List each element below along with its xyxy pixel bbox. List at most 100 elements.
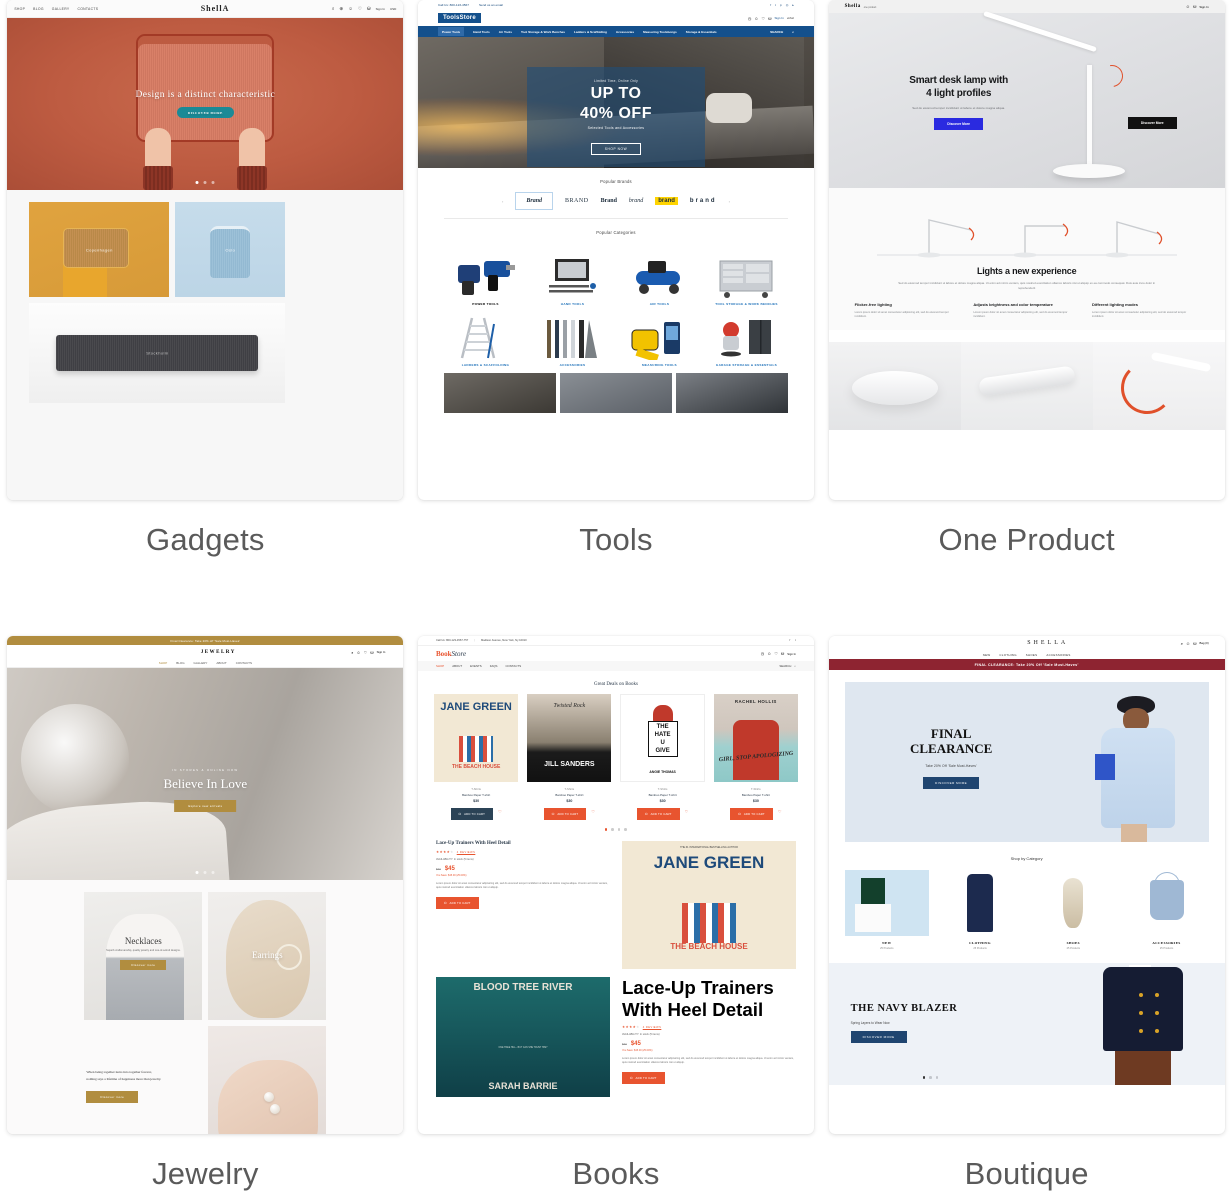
jewelry-header-icons[interactable]: ⌕ ☺ ♡ ⛁ Sign In bbox=[351, 650, 385, 655]
one-product-signin[interactable]: Sign In bbox=[1199, 5, 1208, 9]
category-card[interactable]: TOOL STORAGE & WORK BENCHES bbox=[705, 251, 788, 307]
tools-lang[interactable]: eMail bbox=[787, 16, 794, 20]
slider-dot[interactable] bbox=[195, 871, 199, 874]
slider-dot[interactable] bbox=[624, 828, 627, 831]
category-card[interactable]: ACCESSORIES bbox=[531, 312, 614, 368]
wishlist-icon[interactable]: ♡ bbox=[591, 809, 595, 814]
books-header-icons[interactable]: ◷ ☺ ♡ ⛁ Sign In bbox=[761, 651, 796, 656]
theme-preview-one-product[interactable]: Shella one product ☺ ⛁ Sign In Smart des… bbox=[828, 0, 1225, 500]
user-icon[interactable]: ☺ bbox=[1186, 641, 1190, 646]
tools-email[interactable]: Send us an email bbox=[479, 3, 503, 7]
twitter-icon[interactable]: t bbox=[775, 3, 776, 7]
slider-dot[interactable] bbox=[611, 828, 614, 831]
tools-social[interactable]: f t p ◎ ▸ bbox=[770, 3, 794, 7]
add-to-cart-button[interactable]: ⛁ ADD TO CART bbox=[621, 1071, 665, 1084]
books-nav-item[interactable]: SHOP bbox=[436, 664, 444, 668]
bag-icon[interactable]: ⛁ bbox=[1193, 641, 1196, 646]
tools-nav-item[interactable]: Storage & Essentials bbox=[686, 30, 717, 34]
slider-dot[interactable] bbox=[935, 1076, 939, 1079]
jewelry-quote-button[interactable]: Discover more bbox=[86, 1090, 139, 1103]
slider-dot[interactable] bbox=[203, 181, 207, 184]
boutique-nav-item[interactable]: NEW bbox=[983, 653, 991, 657]
user-icon[interactable]: ☺ bbox=[754, 16, 758, 21]
theme-preview-gadgets[interactable]: SHOP BLOG GALLERY CONTACTS ShellA ⌕ ⊕ ☺ … bbox=[7, 0, 404, 500]
one-product-hero-button[interactable]: Discover More bbox=[934, 118, 984, 130]
books-nav-item[interactable]: CONTACTS bbox=[505, 664, 521, 668]
tools-search[interactable]: SEARCH bbox=[770, 30, 783, 34]
add-to-cart-button[interactable]: ⛁ ADD TO CART bbox=[637, 808, 680, 820]
gallery-cell-tools[interactable]: Call Us: 800-123-4567 Send us an email f… bbox=[411, 0, 822, 558]
jewelry-category-earrings[interactable]: Earrings bbox=[208, 892, 327, 1020]
jewelry-hero-button[interactable]: Explore new arrivals bbox=[174, 800, 237, 812]
gadgets-nav-item[interactable]: GALLERY bbox=[52, 7, 70, 11]
clock-icon[interactable]: ◷ bbox=[748, 16, 752, 21]
wishlist-icon[interactable]: ♡ bbox=[498, 809, 502, 814]
slider-dot[interactable] bbox=[211, 871, 215, 874]
gadgets-signin[interactable]: Sign In bbox=[376, 7, 385, 11]
heart-icon[interactable]: ♡ bbox=[364, 650, 368, 655]
twitter-icon[interactable]: t bbox=[795, 639, 796, 642]
jewelry-nav-item[interactable]: SHOP bbox=[159, 661, 168, 665]
add-to-cart-button[interactable]: ⛁ ADD TO CART bbox=[450, 808, 494, 820]
tools-navbar[interactable]: Power Tools Hand Tools Air Tools Tool St… bbox=[417, 26, 814, 37]
one-product-header-icons[interactable]: ☺ ⛁ Sign In bbox=[1186, 4, 1209, 9]
tools-header-icons[interactable]: ◷ ☺ ♡ ⛁ Sign In eMail bbox=[748, 16, 794, 21]
globe-icon[interactable]: ⊕ bbox=[339, 6, 343, 12]
boutique-nav[interactable]: NEW CLOTHING SHOES ACCESSORIES bbox=[828, 650, 1225, 659]
jewelry-category-necklaces[interactable]: Necklaces Superb craftsmanship, quality … bbox=[84, 892, 203, 1020]
heart-icon[interactable]: ♡ bbox=[762, 16, 766, 21]
chevron-right-icon[interactable]: › bbox=[729, 199, 730, 204]
books-signin[interactable]: Sign In bbox=[787, 652, 796, 656]
brand-item[interactable]: Brand bbox=[601, 198, 617, 204]
book-name[interactable]: Bamboo Paper T-shirt bbox=[714, 793, 798, 797]
books-nav-item[interactable]: ABOUT bbox=[452, 664, 462, 668]
theme-preview-jewelry[interactable]: Final Clearance: Take 20% off 'Sale Must… bbox=[7, 636, 404, 1134]
category-card[interactable]: GARAGE STORAGE & ESSENTIALS bbox=[705, 312, 788, 368]
theme-preview-tools[interactable]: Call Us: 800-123-4567 Send us an email f… bbox=[417, 0, 814, 500]
category-card[interactable]: LADDERS & SCAFFOLDING bbox=[444, 312, 527, 368]
books-social[interactable]: f t bbox=[789, 639, 796, 642]
category-card[interactable]: AIR TOOLS bbox=[618, 251, 701, 307]
book-card[interactable]: THE HATE U GIVE ANGIE THOMAS T-Shirts Bambo… bbox=[620, 694, 705, 820]
add-to-cart-button[interactable]: ⛁ ADD TO CART bbox=[730, 808, 773, 820]
theme-preview-books[interactable]: Call Us: 800-123-4567-757 | Madison Aven… bbox=[417, 636, 814, 1134]
boutique-slider-dots[interactable] bbox=[922, 1076, 939, 1079]
books-phone[interactable]: Call Us: 800-123-4567-757 bbox=[436, 639, 468, 642]
brand-item[interactable]: brand bbox=[655, 197, 678, 205]
add-to-cart-button[interactable]: ⛁ ADD TO CART bbox=[435, 896, 479, 909]
search-icon[interactable]: ⌕ bbox=[1181, 641, 1183, 646]
tools-nav-item[interactable]: Tool Storage & Work Benches bbox=[521, 30, 565, 34]
book-name[interactable]: Bamboo Paper T-shirt bbox=[620, 793, 704, 797]
gallery-cell-one-product[interactable]: Shella one product ☺ ⛁ Sign In Smart des… bbox=[821, 0, 1232, 558]
necklaces-button[interactable]: Discover more bbox=[120, 959, 167, 970]
tools-nav-item[interactable]: Accessories bbox=[616, 30, 634, 34]
gadgets-nav-item[interactable]: BLOG bbox=[33, 7, 44, 11]
bag-icon[interactable]: ⛁ bbox=[781, 651, 784, 656]
wishlist-icon[interactable]: ♡ bbox=[778, 809, 782, 814]
slider-dot[interactable] bbox=[929, 1076, 932, 1079]
product-tile-copenhagen[interactable]: Copenhagen bbox=[29, 202, 170, 297]
gallery-cell-gadgets[interactable]: SHOP BLOG GALLERY CONTACTS ShellA ⌕ ⊕ ☺ … bbox=[0, 0, 411, 558]
book-card[interactable]: Twisted Rock JILL SANDERS T-Shirts Bambo… bbox=[527, 694, 612, 820]
tools-nav-item[interactable]: Hand Tools bbox=[473, 30, 490, 34]
banner-image[interactable] bbox=[559, 373, 672, 414]
gadgets-hero-button[interactable]: DISCOVER MORE bbox=[176, 107, 234, 118]
gadgets-currency[interactable]: USD bbox=[390, 7, 396, 11]
tools-nav-item[interactable]: Power Tools bbox=[437, 27, 465, 36]
search-icon[interactable]: ⌕ bbox=[332, 6, 335, 11]
one-product-hero-button-2[interactable]: Discover More bbox=[1127, 117, 1177, 129]
gallery-image-accent[interactable] bbox=[1092, 341, 1225, 430]
user-icon[interactable]: ☺ bbox=[348, 6, 353, 11]
gallery-cell-jewelry[interactable]: Final Clearance: Take 20% off 'Sale Must… bbox=[0, 636, 411, 1192]
jewelry-nav-item[interactable]: ABOUT bbox=[216, 661, 226, 665]
boutique-nav-item[interactable]: CLOTHING bbox=[999, 653, 1016, 657]
category-card[interactable]: MEASURING TOOLS bbox=[618, 312, 701, 368]
jewelry-nav[interactable]: SHOP BLOG GALLERY ABOUT CONTACTS bbox=[7, 659, 404, 668]
boutique-category-card[interactable]: NEW 25 Products bbox=[844, 870, 929, 950]
boutique-bag-count[interactable]: Bag (0) bbox=[1199, 641, 1208, 645]
tools-nav-item[interactable]: Air Tools bbox=[499, 30, 512, 34]
heart-icon[interactable]: ♡ bbox=[358, 6, 362, 12]
book-name[interactable]: Bamboo Paper T-shirt bbox=[434, 793, 518, 797]
book-card[interactable]: JANE GREEN THE BEACH HOUSE T-Shirts Bamb… bbox=[433, 694, 519, 820]
category-card[interactable]: POWER TOOLS bbox=[444, 251, 527, 307]
